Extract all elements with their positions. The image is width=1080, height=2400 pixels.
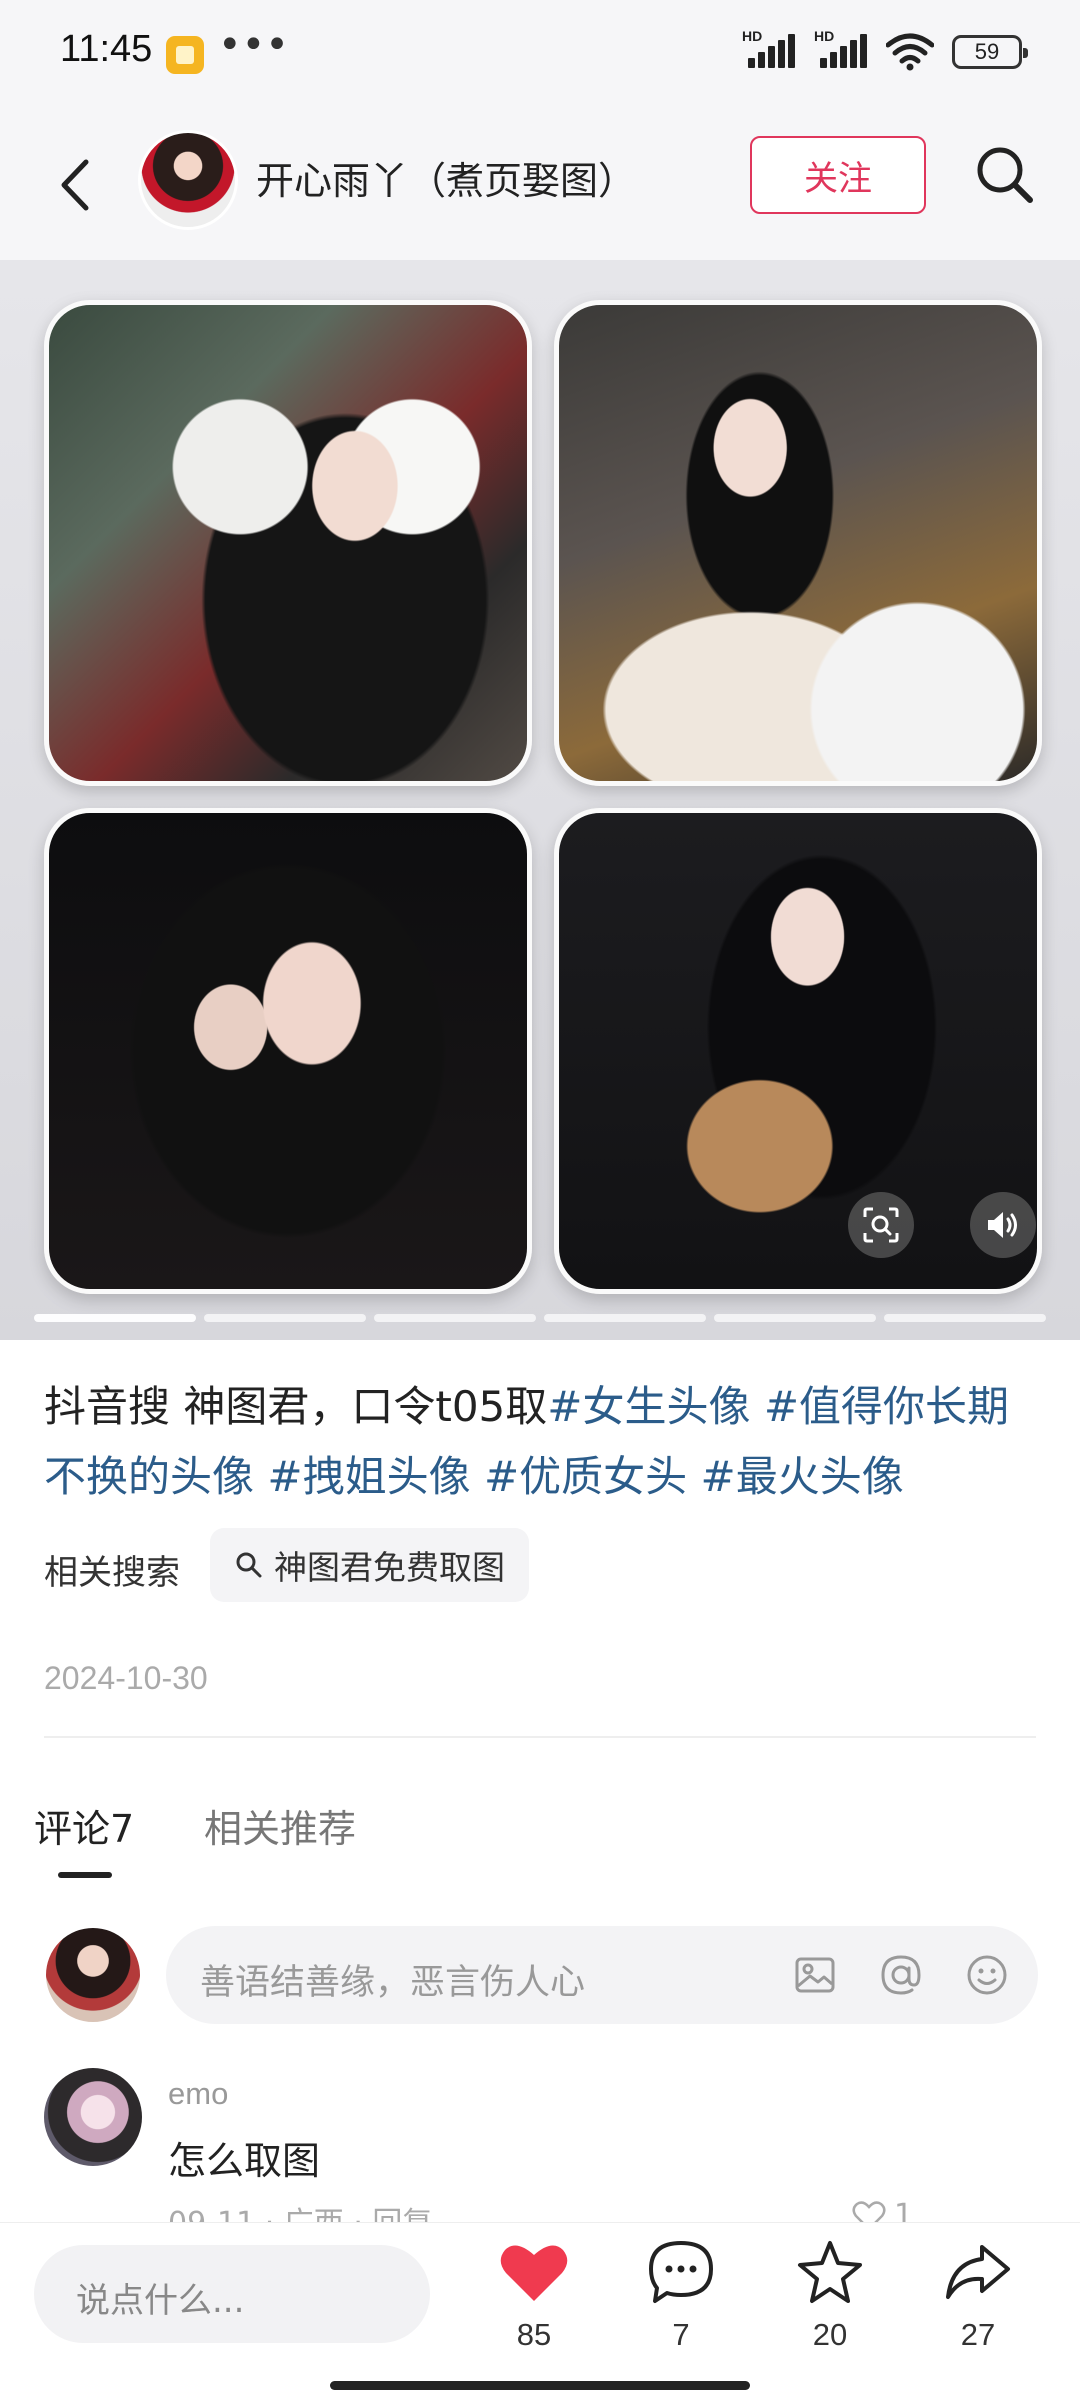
say-something-input[interactable]: 说点什么... [34, 2245, 430, 2343]
gallery-photo[interactable] [44, 300, 532, 786]
progress-segment [204, 1314, 366, 1322]
heart-icon [500, 2245, 568, 2301]
progress-segment [34, 1314, 196, 1322]
related-search-text: 神图君免费取图 [274, 1548, 505, 1587]
like-count: 85 [516, 2317, 552, 2352]
like-button[interactable]: 85 [484, 2235, 584, 2353]
tab-related[interactable]: 相关推荐 [204, 1798, 356, 1853]
battery-icon: 59 [952, 35, 1028, 69]
comment-text: 怎么取图 [168, 2139, 321, 2183]
mention-icon[interactable] [878, 1952, 924, 1998]
my-avatar [44, 1926, 142, 2024]
tab-indicator [58, 1872, 112, 1878]
image-gallery[interactable] [0, 260, 1080, 1340]
favorite-count: 20 [812, 2317, 848, 2352]
caption-text: 抖音搜 神图君，口令t05取 [44, 1382, 548, 1431]
more-notifications-icon: ••• [218, 22, 289, 68]
search-icon[interactable] [970, 140, 1040, 210]
hashtag[interactable]: #最火头像 [701, 1452, 904, 1501]
post-caption: 抖音搜 神图君，口令t05取#女生头像 #值得你长期不换的头像 #拽姐头像 #优… [44, 1372, 1034, 1512]
comment-avatar[interactable] [44, 2068, 142, 2166]
status-time: 11:45 [60, 28, 153, 70]
follow-button[interactable]: 关注 [750, 136, 926, 214]
status-icons: HD HD 59 [742, 28, 1028, 72]
progress-segment [544, 1314, 706, 1322]
sound-toggle-button[interactable] [970, 1192, 1036, 1258]
hashtag[interactable]: #拽姐头像 [267, 1452, 470, 1501]
hashtag[interactable]: #优质女头 [484, 1452, 687, 1501]
post-header: 开心雨丫（煮页娶图） 关注 [0, 110, 1080, 260]
progress-segment [714, 1314, 876, 1322]
comment-bubble-icon [649, 2241, 713, 2303]
signal-icon: HD [742, 28, 796, 72]
say-placeholder: 说点什么... [76, 2281, 245, 2321]
gallery-progress [34, 1314, 1046, 1322]
divider [44, 1736, 1036, 1738]
status-bar: 11:45 ••• HD HD 59 [0, 0, 1080, 110]
wifi-icon [886, 33, 934, 71]
post-date: 2024-10-30 [44, 1660, 208, 1696]
search-icon [236, 1552, 262, 1578]
favorite-button[interactable]: 20 [780, 2235, 880, 2353]
back-arrow-icon[interactable] [48, 150, 108, 220]
gallery-photo[interactable] [554, 808, 1042, 1294]
gallery-photo[interactable] [554, 300, 1042, 786]
related-search-label: 相关搜索 [44, 1553, 180, 1593]
image-icon[interactable] [792, 1952, 838, 1998]
comment-author[interactable]: emo [168, 2076, 228, 2112]
scan-icon [863, 1207, 899, 1243]
share-button[interactable]: 27 [928, 2235, 1028, 2353]
home-indicator [330, 2381, 750, 2390]
comment-placeholder: 善语结善缘，恶言伤人心 [200, 1963, 586, 2003]
progress-segment [884, 1314, 1046, 1322]
author-name[interactable]: 开心雨丫（煮页娶图） [256, 150, 636, 205]
comment-count: 7 [672, 2317, 690, 2352]
tab-comments[interactable]: 评论7 [34, 1798, 134, 1853]
emoji-icon[interactable] [964, 1952, 1010, 1998]
comment-button[interactable]: 7 [631, 2235, 731, 2353]
app-notification-icon [166, 36, 204, 74]
share-count: 27 [960, 2317, 996, 2352]
author-avatar[interactable] [138, 130, 238, 230]
share-arrow-icon [946, 2245, 1010, 2299]
hashtag[interactable]: #女生头像 [547, 1382, 750, 1431]
related-search-chip[interactable]: 神图君免费取图 [210, 1528, 529, 1602]
bottom-action-bar: 说点什么... 85 7 20 27 [0, 2222, 1080, 2400]
comment-input[interactable]: 善语结善缘，恶言伤人心 [166, 1926, 1038, 2024]
gallery-photo[interactable] [44, 808, 532, 1294]
progress-segment [374, 1314, 536, 1322]
image-search-button[interactable] [848, 1192, 914, 1258]
star-icon [798, 2241, 862, 2303]
speaker-icon [988, 1212, 1017, 1238]
signal-icon: HD [814, 28, 868, 72]
